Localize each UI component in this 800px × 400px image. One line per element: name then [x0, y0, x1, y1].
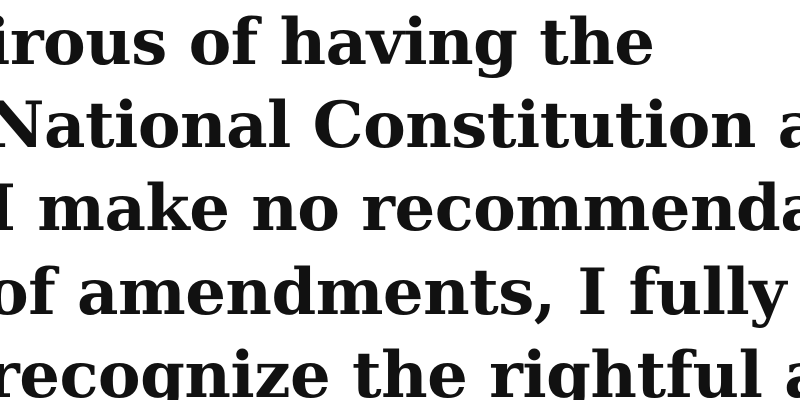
text-line-4: of amendments, I fully — [0, 255, 786, 330]
text-line-3: I make no recommenda — [0, 171, 800, 246]
text-line-2: National Constitution a — [0, 88, 800, 163]
text-line-1: irous of having the — [0, 5, 655, 80]
document-viewport: irous of having the National Constitutio… — [0, 0, 800, 400]
text-line-5: recognize the rightful au — [0, 338, 800, 400]
